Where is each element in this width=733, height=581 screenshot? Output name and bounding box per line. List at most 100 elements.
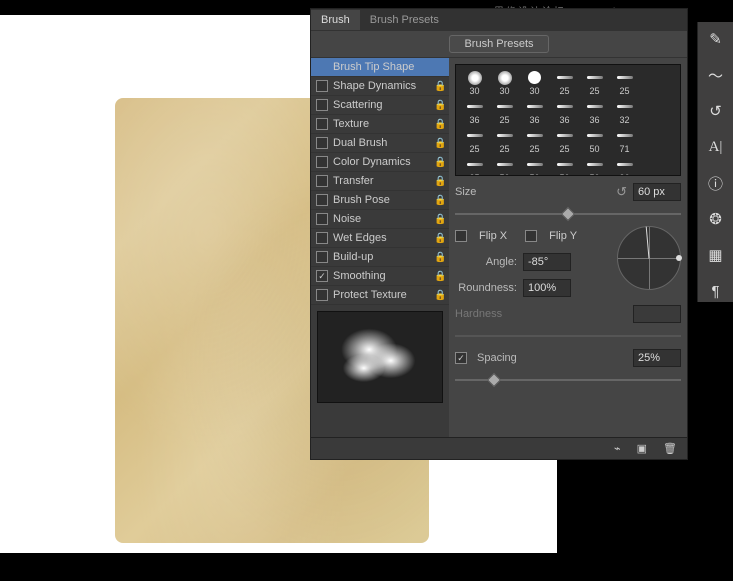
brush-swatch-grid[interactable]: 3030302525253625363636322525252550712550…	[455, 64, 681, 176]
brush-swatch[interactable]: 30	[460, 69, 489, 97]
brush-swatch[interactable]: 36	[520, 98, 549, 126]
hardness-slider	[455, 332, 681, 340]
new-preset-icon[interactable]: ▣	[637, 442, 647, 455]
option-scattering[interactable]: Scattering🔒	[311, 96, 449, 115]
lock-icon[interactable]: 🔒	[434, 81, 444, 92]
brush-tool-icon[interactable]: ✎	[707, 30, 725, 48]
tab-brush[interactable]: Brush	[311, 10, 360, 30]
option-shape-dynamics[interactable]: Shape Dynamics🔒	[311, 77, 449, 96]
option-label: Wet Edges	[333, 232, 434, 244]
reset-size-icon[interactable]: ↺	[616, 184, 627, 200]
option-checkbox[interactable]	[316, 137, 328, 149]
brush-swatch[interactable]: 25	[580, 69, 609, 97]
lock-icon[interactable]: 🔒	[434, 176, 444, 187]
brush-swatch[interactable]: 36	[460, 98, 489, 126]
type-tool-icon[interactable]: A|	[707, 138, 725, 156]
brush-swatch[interactable]: 32	[610, 98, 639, 126]
brush-swatch[interactable]: 25	[610, 69, 639, 97]
brush-swatch[interactable]: 71	[610, 127, 639, 155]
brush-panel: Brush Brush Presets Brush Presets Brush …	[310, 8, 688, 460]
option-build-up[interactable]: Build-up🔒	[311, 248, 449, 267]
brush-swatch[interactable]: 25	[460, 156, 489, 176]
brush-swatch[interactable]: 50	[550, 156, 579, 176]
brush-swatch[interactable]: 50	[580, 156, 609, 176]
spacing-input[interactable]: 25%	[633, 349, 681, 367]
lock-icon[interactable]: 🔒	[434, 271, 444, 282]
brush-swatch[interactable]: 50	[580, 127, 609, 155]
brush-swatch[interactable]: 30	[520, 69, 549, 97]
option-noise[interactable]: Noise🔒	[311, 210, 449, 229]
option-checkbox[interactable]	[316, 175, 328, 187]
option-wet-edges[interactable]: Wet Edges🔒	[311, 229, 449, 248]
lock-icon[interactable]: 🔒	[434, 252, 444, 263]
brush-presets-button[interactable]: Brush Presets	[449, 35, 548, 53]
lock-icon[interactable]: 🔒	[434, 290, 444, 301]
brush-swatch[interactable]: 25	[550, 127, 579, 155]
brush-swatch[interactable]: 25	[460, 127, 489, 155]
option-checkbox[interactable]: ✓	[316, 270, 328, 282]
flip-x-checkbox[interactable]	[455, 230, 467, 242]
toggle-view-icon[interactable]: ⌁	[614, 442, 621, 455]
swatches-tool-icon[interactable]: ❂	[707, 210, 725, 228]
option-transfer[interactable]: Transfer🔒	[311, 172, 449, 191]
size-input[interactable]: 60 px	[633, 183, 681, 201]
flip-y-checkbox[interactable]	[525, 230, 537, 242]
option-label: Dual Brush	[333, 137, 434, 149]
panel-tabs: Brush Brush Presets	[311, 9, 687, 31]
grid-tool-icon[interactable]: ▦	[707, 246, 725, 264]
option-checkbox[interactable]	[316, 118, 328, 130]
brush-swatch[interactable]: 25	[550, 69, 579, 97]
lock-icon[interactable]: 🔒	[434, 157, 444, 168]
option-checkbox[interactable]	[316, 99, 328, 111]
brush-swatch[interactable]: 25	[520, 127, 549, 155]
flip-y-label: Flip Y	[549, 230, 577, 242]
brush-swatch[interactable]: 36	[580, 98, 609, 126]
paragraph-tool-icon[interactable]: ¶	[707, 282, 725, 300]
option-checkbox[interactable]	[316, 80, 328, 92]
option-label: Color Dynamics	[333, 156, 434, 168]
option-checkbox[interactable]	[316, 213, 328, 225]
option-protect-texture[interactable]: Protect Texture🔒	[311, 286, 449, 305]
flip-x-label: Flip X	[479, 230, 507, 242]
spacing-label: Spacing	[477, 352, 627, 364]
info-tool-icon[interactable]: ⓘ	[707, 174, 725, 192]
trash-icon[interactable]: 🗑	[663, 442, 677, 455]
option-texture[interactable]: Texture🔒	[311, 115, 449, 134]
option-brush-tip-shape[interactable]: Brush Tip Shape	[311, 58, 449, 77]
lock-icon[interactable]: 🔒	[434, 119, 444, 130]
adjust-tool-icon[interactable]: 〜	[707, 66, 725, 84]
option-checkbox[interactable]	[316, 251, 328, 263]
option-label: Noise	[333, 213, 434, 225]
spacing-slider[interactable]	[455, 376, 681, 384]
brush-swatch[interactable]: 25	[490, 127, 519, 155]
brush-swatch[interactable]: 25	[490, 98, 519, 126]
option-checkbox[interactable]	[316, 194, 328, 206]
lock-icon[interactable]: 🔒	[434, 214, 444, 225]
tab-brush-presets[interactable]: Brush Presets	[360, 10, 449, 30]
option-color-dynamics[interactable]: Color Dynamics🔒	[311, 153, 449, 172]
brush-swatch[interactable]: 36	[610, 156, 639, 176]
lock-icon[interactable]: 🔒	[434, 138, 444, 149]
option-checkbox[interactable]	[316, 156, 328, 168]
angle-dial[interactable]	[617, 226, 681, 290]
lock-icon[interactable]: 🔒	[434, 195, 444, 206]
lock-icon[interactable]: 🔒	[434, 100, 444, 111]
option-smoothing[interactable]: ✓ Smoothing🔒	[311, 267, 449, 286]
history-tool-icon[interactable]: ↺	[707, 102, 725, 120]
option-checkbox[interactable]	[316, 232, 328, 244]
size-slider[interactable]	[455, 210, 681, 218]
roundness-input[interactable]: 100%	[523, 279, 571, 297]
option-checkbox[interactable]	[316, 289, 328, 301]
lock-icon[interactable]: 🔒	[434, 233, 444, 244]
option-dual-brush[interactable]: Dual Brush🔒	[311, 134, 449, 153]
option-label: Smoothing	[333, 270, 434, 282]
brush-swatch[interactable]: 36	[550, 98, 579, 126]
brush-swatch[interactable]: 50	[490, 156, 519, 176]
brush-swatch[interactable]: 30	[490, 69, 519, 97]
angle-label: Angle:	[455, 256, 517, 268]
angle-input[interactable]: -85°	[523, 253, 571, 271]
brush-swatch[interactable]: 50	[520, 156, 549, 176]
spacing-checkbox[interactable]: ✓	[455, 352, 467, 364]
option-brush-pose[interactable]: Brush Pose🔒	[311, 191, 449, 210]
option-label: Texture	[333, 118, 434, 130]
